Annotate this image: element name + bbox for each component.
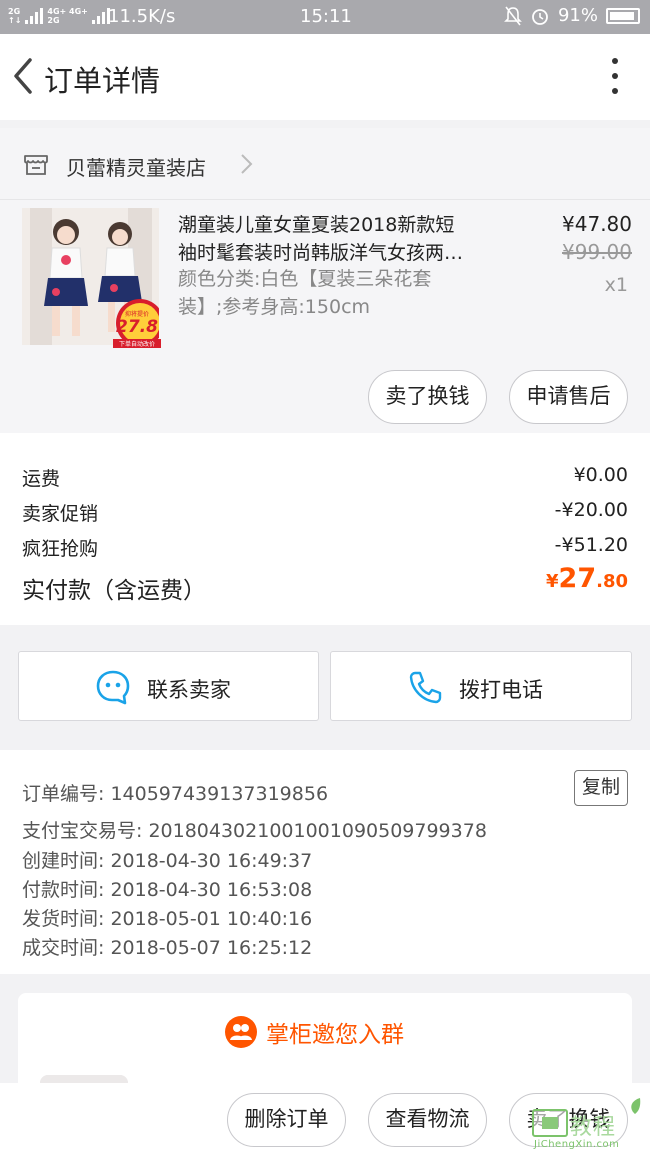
total-integer: 27 xyxy=(558,563,597,594)
network-type-mid: 4G+ 4G+ 2G xyxy=(47,7,88,25)
status-bar: 2G ↑↓ 4G+ 4G+ 2G 11.5K/s 15:11 91% xyxy=(0,0,650,34)
network-speed: 11.5K/s xyxy=(108,6,176,27)
back-arrow-icon[interactable] xyxy=(6,54,40,98)
order-info-section: 订单编号: 1405974391373198​56 复制 支付宝交易号: 201… xyxy=(0,750,650,974)
page-title: 订单详情 xyxy=(44,64,161,98)
chat-face-icon xyxy=(96,670,130,705)
call-phone-label: 拨打电话 xyxy=(459,678,543,702)
phone-icon xyxy=(409,671,442,704)
leaf-icon xyxy=(631,1098,641,1114)
clock: 15:11 xyxy=(300,6,352,27)
completed-time: 成交时间: 2018-05-07 16:25:12 xyxy=(22,937,313,959)
shipping-label: 运费 xyxy=(22,468,61,490)
group-invite-text: 掌柜邀您入群 xyxy=(266,1022,404,1048)
group-people-icon xyxy=(225,1016,257,1048)
shipping-value: ¥0.00 xyxy=(573,464,628,486)
contact-seller-button[interactable]: 联系卖家 xyxy=(18,651,319,721)
thumb-price-badge: 抑将提价 27.8 下单自动改价 xyxy=(113,311,161,348)
total-decimal: .80 xyxy=(596,571,628,592)
product-title-line1: 潮童装儿童女童夏装2018新款短 xyxy=(178,214,455,236)
order-item-card: 贝蕾精灵童装店 抑将提价 27.8 下单自动改价 潮童装儿童女童夏装2018新款… xyxy=(0,128,650,433)
total-paid-value: ¥27.80 xyxy=(546,563,628,594)
copy-button[interactable]: 复制 xyxy=(574,770,628,806)
more-menu-icon[interactable] xyxy=(610,58,620,94)
product-attrs-line1: 颜色分类:白色【夏装三朵花套 xyxy=(178,268,432,290)
alipay-trade-number: 支付宝交易号: 2018043021001001090509799378 xyxy=(22,820,487,842)
watermark: 教程 JiChengXin.com xyxy=(528,1097,648,1155)
request-aftersale-button[interactable]: 申请售后 xyxy=(509,370,628,424)
flash-sale-label: 疯狂抢购 xyxy=(22,538,99,560)
product-attributes: 颜色分类:白色【夏装三朵花套 装】;参考身高:150cm xyxy=(178,265,488,321)
delete-order-button[interactable]: 删除订单 xyxy=(227,1093,346,1147)
product-title-line2: 袖时髦套装时尚韩版洋气女孩两… xyxy=(178,242,464,264)
product-attrs-line2: 装】;参考身高:150cm xyxy=(178,296,371,318)
shipped-time: 发货时间: 2018-05-01 10:40:16 xyxy=(22,908,313,930)
store-name: 贝蕾精灵童装店 xyxy=(66,156,206,180)
mute-bell-icon xyxy=(504,6,522,25)
total-paid-label: 实付款（含运费） xyxy=(22,578,206,604)
seller-promo-value: -¥20.00 xyxy=(554,499,628,521)
product-title[interactable]: 潮童装儿童女童夏装2018新款短 袖时髦套装时尚韩版洋气女孩两… xyxy=(178,211,508,267)
created-time: 创建时间: 2018-04-30 16:49:37 xyxy=(22,850,313,872)
item-original-price: ¥99.00 xyxy=(562,240,632,264)
watermark-text: 教程 xyxy=(570,1115,617,1140)
contact-seller-label: 联系卖家 xyxy=(147,678,231,702)
paid-time: 付款时间: 2018-04-30 16:53:08 xyxy=(22,879,313,901)
store-row[interactable]: 贝蕾精灵童装店 xyxy=(0,128,650,200)
chevron-right-icon xyxy=(241,154,253,174)
status-right: 91% xyxy=(504,5,640,26)
sell-exchange-button[interactable]: 卖了换钱 xyxy=(368,370,487,424)
item-price: ¥47.80 xyxy=(562,212,632,236)
item-quantity: x1 xyxy=(604,274,628,296)
battery-percent: 91% xyxy=(557,5,598,26)
call-phone-button[interactable]: 拨打电话 xyxy=(330,651,632,721)
seller-promo-label: 卖家促销 xyxy=(22,503,99,525)
total-currency: ¥ xyxy=(546,571,559,592)
battery-icon xyxy=(606,7,640,24)
network-type-top: 2G ↑↓ xyxy=(8,7,22,25)
order-number: 订单编号: 1405974391373198​56 xyxy=(22,783,329,805)
watermark-url: JiChengXin.com xyxy=(534,1139,620,1150)
shop-icon xyxy=(24,155,48,175)
view-logistics-button[interactable]: 查看物流 xyxy=(368,1093,487,1147)
alarm-icon xyxy=(532,8,548,25)
flash-sale-value: -¥51.20 xyxy=(554,534,628,556)
thumb-badge-bottom: 下单自动改价 xyxy=(113,339,161,348)
signal-bars-icon xyxy=(25,8,44,24)
nav-bar: 订单详情 xyxy=(0,34,650,120)
signal-indicators: 2G ↑↓ 4G+ 4G+ 2G xyxy=(8,7,110,25)
fee-summary: 运费 ¥0.00 卖家促销 -¥20.00 疯狂抢购 -¥51.20 实付款（含… xyxy=(0,433,650,625)
thumb-badge-price: 27.8 xyxy=(116,317,158,337)
watermark-logo-icon xyxy=(532,1109,568,1137)
